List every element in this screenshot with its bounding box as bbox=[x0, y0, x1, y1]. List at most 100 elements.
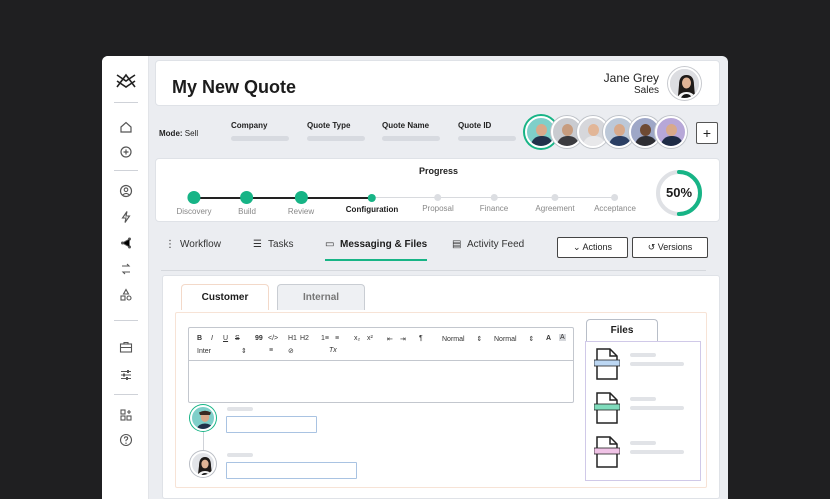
file-meta-placeholder bbox=[630, 406, 684, 410]
brand-logo-icon bbox=[116, 73, 136, 88]
button-label: Versions bbox=[657, 242, 693, 252]
share-icon[interactable] bbox=[119, 236, 133, 250]
actions-button[interactable]: ⌄ Actions bbox=[557, 237, 628, 258]
progress-step[interactable]: Review bbox=[288, 191, 314, 216]
help-icon[interactable] bbox=[119, 433, 133, 447]
progress-step[interactable]: Proposal bbox=[422, 191, 454, 213]
ordered-list-button[interactable]: 1≡ bbox=[321, 335, 329, 342]
progress-step-current[interactable]: Configuration bbox=[346, 191, 398, 214]
strike-button[interactable]: S bbox=[235, 335, 240, 342]
files-panel bbox=[585, 341, 701, 481]
italic-button[interactable]: I bbox=[211, 335, 213, 342]
tab-customer[interactable]: Customer bbox=[181, 284, 269, 310]
home-icon[interactable] bbox=[119, 120, 133, 134]
files-title[interactable]: Files bbox=[586, 319, 658, 341]
avatar[interactable] bbox=[190, 451, 216, 477]
text-direction-button[interactable]: ¶ bbox=[419, 335, 423, 342]
sliders-icon[interactable] bbox=[119, 368, 133, 382]
field-label: Company bbox=[231, 121, 268, 130]
step-pending-dot bbox=[611, 194, 619, 201]
file-item[interactable] bbox=[593, 436, 694, 470]
message-bubble[interactable] bbox=[226, 416, 317, 433]
progress-title: Progress bbox=[418, 166, 459, 176]
message-icon: ▭ bbox=[325, 239, 335, 250]
step-complete-dot bbox=[240, 191, 254, 204]
mode-value: Sell bbox=[184, 129, 199, 138]
shapes-icon[interactable] bbox=[119, 288, 133, 302]
editor-toolbar: B I U S 99 </> H1 H2 1≡ ≡ x₂ x² ⇤ ⇥ ¶ No… bbox=[189, 328, 573, 361]
add-circle-icon[interactable] bbox=[119, 145, 133, 159]
tab-activity-feed[interactable]: ▤ Activity Feed bbox=[452, 239, 524, 261]
clear-format-button[interactable]: Tx bbox=[329, 347, 337, 354]
step-label: Agreement bbox=[535, 204, 575, 213]
font-color-button[interactable]: A bbox=[546, 335, 551, 342]
align-button[interactable]: ≡ bbox=[269, 347, 273, 354]
versions-button[interactable]: ↺ Versions bbox=[632, 237, 708, 258]
tab-messaging-files[interactable]: ▭ Messaging & Files bbox=[325, 239, 428, 261]
underline-button[interactable]: U bbox=[223, 335, 228, 342]
quote-header: My New Quote Jane Grey Sales bbox=[155, 60, 720, 106]
tab-internal[interactable]: Internal bbox=[277, 284, 365, 310]
team-avatars bbox=[525, 116, 687, 148]
bold-button[interactable]: B bbox=[197, 335, 202, 342]
tab-label: Workflow bbox=[180, 239, 221, 250]
tab-tasks[interactable]: ☰ Tasks bbox=[253, 239, 294, 261]
h1-button[interactable]: H1 bbox=[288, 335, 297, 342]
sidebar-divider bbox=[114, 102, 138, 103]
select-value: Normal bbox=[494, 336, 517, 343]
message-bubble[interactable] bbox=[226, 462, 357, 479]
file-icon bbox=[593, 348, 621, 380]
tab-label: Messaging & Files bbox=[340, 239, 428, 250]
indent-button[interactable]: ⇥ bbox=[400, 335, 406, 343]
message-composer: B I U S 99 </> H1 H2 1≡ ≡ x₂ x² ⇤ ⇥ ¶ No… bbox=[175, 312, 707, 488]
rich-text-editor[interactable]: B I U S 99 </> H1 H2 1≡ ≡ x₂ x² ⇤ ⇥ ¶ No… bbox=[188, 327, 574, 403]
add-member-button[interactable]: + bbox=[696, 122, 718, 144]
avatar[interactable] bbox=[655, 116, 687, 148]
h2-button[interactable]: H2 bbox=[300, 335, 309, 342]
user-circle-icon[interactable] bbox=[119, 184, 133, 198]
progress-step[interactable]: Agreement bbox=[535, 191, 575, 213]
quote-id-field[interactable]: Quote ID bbox=[458, 121, 516, 141]
file-item[interactable] bbox=[593, 348, 694, 382]
background-color-button[interactable]: A bbox=[559, 334, 566, 341]
blockquote-button[interactable]: 99 bbox=[255, 335, 263, 342]
apps-icon[interactable] bbox=[119, 408, 133, 422]
tab-workflow[interactable]: ⋮ Workflow bbox=[165, 239, 221, 261]
step-pending-dot bbox=[490, 194, 498, 201]
progress-card: Progress Discovery Build Review Configur… bbox=[155, 158, 720, 222]
outdent-button[interactable]: ⇤ bbox=[387, 335, 393, 343]
code-button[interactable]: </> bbox=[268, 335, 278, 342]
bullet-list-button[interactable]: ≡ bbox=[335, 335, 339, 342]
avatar[interactable] bbox=[668, 67, 701, 100]
progress-step[interactable]: Build bbox=[238, 191, 256, 216]
step-pending-dot bbox=[434, 194, 442, 201]
message-meta-placeholder bbox=[227, 453, 253, 457]
field-label: Quote Name bbox=[382, 121, 430, 130]
select-value: Inter bbox=[197, 348, 212, 355]
swap-icon[interactable] bbox=[119, 262, 133, 276]
subscript-button[interactable]: x₂ bbox=[354, 335, 360, 342]
size-select[interactable]: Normal ⇕ bbox=[442, 335, 482, 343]
progress-step[interactable]: Finance bbox=[480, 191, 508, 213]
font-select[interactable]: Inter ⇕ bbox=[197, 347, 247, 355]
file-icon bbox=[593, 436, 621, 468]
file-icon bbox=[593, 392, 621, 424]
link-button[interactable]: ⊘ bbox=[288, 347, 294, 355]
sidebar-divider bbox=[114, 170, 138, 171]
progress-step[interactable]: Acceptance bbox=[594, 191, 636, 213]
superscript-button[interactable]: x² bbox=[367, 335, 373, 342]
company-field[interactable]: Company bbox=[231, 121, 289, 141]
avatar[interactable] bbox=[190, 405, 216, 431]
lightning-icon[interactable] bbox=[119, 210, 133, 224]
header-select[interactable]: Normal ⇕ bbox=[494, 335, 534, 343]
file-name-placeholder bbox=[630, 353, 656, 357]
quote-type-field[interactable]: Quote Type bbox=[307, 121, 365, 141]
briefcase-icon[interactable] bbox=[119, 340, 133, 354]
tab-label: Tasks bbox=[268, 239, 294, 250]
history-icon: ↺ bbox=[647, 242, 656, 252]
chevron-updown-icon: ⇕ bbox=[476, 336, 483, 343]
progress-step[interactable]: Discovery bbox=[176, 191, 212, 216]
file-item[interactable] bbox=[593, 392, 694, 426]
quote-name-field[interactable]: Quote Name bbox=[382, 121, 440, 141]
app-window: My New Quote Jane Grey Sales Mode: Sell … bbox=[102, 56, 728, 499]
